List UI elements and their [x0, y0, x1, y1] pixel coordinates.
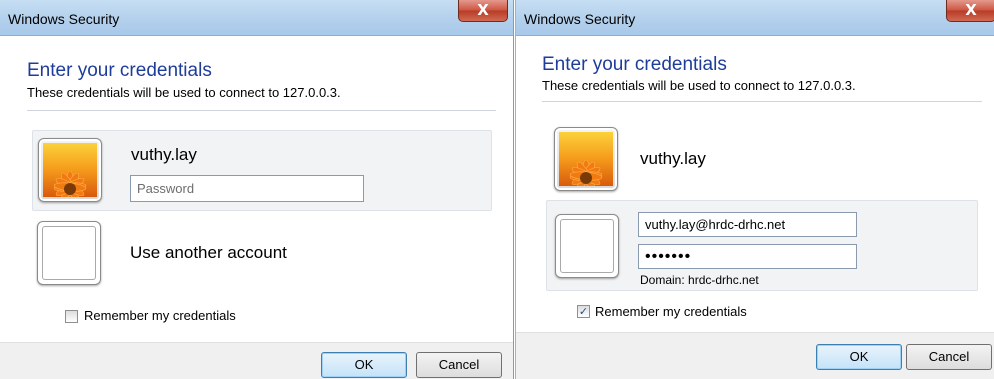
- other-account-tile[interactable]: Domain: hrdc-drhc.net: [546, 200, 978, 291]
- remember-credentials-label: Remember my credentials: [595, 304, 747, 319]
- cancel-button[interactable]: Cancel: [416, 352, 502, 378]
- close-button[interactable]: X: [458, 0, 508, 22]
- close-button[interactable]: X: [946, 0, 994, 22]
- blank-avatar: [37, 221, 101, 285]
- remember-credentials-checkbox[interactable]: [65, 310, 78, 323]
- use-another-account-label: Use another account: [130, 243, 287, 262]
- use-another-account-tile[interactable]: Use another account: [32, 215, 492, 295]
- window-title: Windows Security: [8, 11, 120, 27]
- dialog-subtext: These credentials will be used to connec…: [27, 85, 341, 100]
- ok-button[interactable]: OK: [321, 352, 407, 378]
- ok-button[interactable]: OK: [816, 344, 902, 370]
- checkmark-icon: ✓: [578, 305, 589, 318]
- flower-picture-icon: [43, 143, 97, 197]
- blank-avatar: [555, 214, 619, 278]
- divider: [27, 110, 496, 111]
- account-tile[interactable]: vuthy.lay: [550, 124, 980, 196]
- user-avatar: [38, 138, 102, 202]
- button-bar: OK Cancel: [516, 332, 994, 379]
- credentials-dialog-2: Windows Security X Enter your credential…: [515, 0, 994, 379]
- divider: [542, 101, 982, 102]
- flower-picture-icon: [559, 132, 613, 186]
- button-bar: OK Cancel: [0, 342, 513, 379]
- domain-label: Domain: hrdc-drhc.net: [640, 273, 759, 287]
- remember-credentials-label: Remember my credentials: [84, 308, 236, 323]
- dialog-heading: Enter your credentials: [542, 54, 727, 75]
- user-avatar: [554, 127, 618, 191]
- credentials-dialog-1: Windows Security X Enter your credential…: [0, 0, 514, 379]
- user-placeholder-icon: [42, 226, 96, 280]
- password-input[interactable]: [638, 244, 857, 269]
- remember-credentials-checkbox[interactable]: ✓: [577, 305, 590, 318]
- user-placeholder-icon: [560, 219, 614, 273]
- window-title: Windows Security: [524, 11, 636, 27]
- title-bar: Windows Security X: [516, 0, 994, 36]
- title-bar: Windows Security X: [0, 0, 513, 36]
- username-input[interactable]: [638, 212, 857, 237]
- dialog-heading: Enter your credentials: [27, 60, 212, 81]
- cancel-button[interactable]: Cancel: [906, 344, 992, 370]
- account-username: vuthy.lay: [640, 149, 706, 168]
- account-username: vuthy.lay: [131, 145, 197, 164]
- password-input[interactable]: [130, 175, 364, 202]
- selected-account-tile[interactable]: vuthy.lay: [32, 130, 492, 211]
- dialog-subtext: These credentials will be used to connec…: [542, 78, 856, 93]
